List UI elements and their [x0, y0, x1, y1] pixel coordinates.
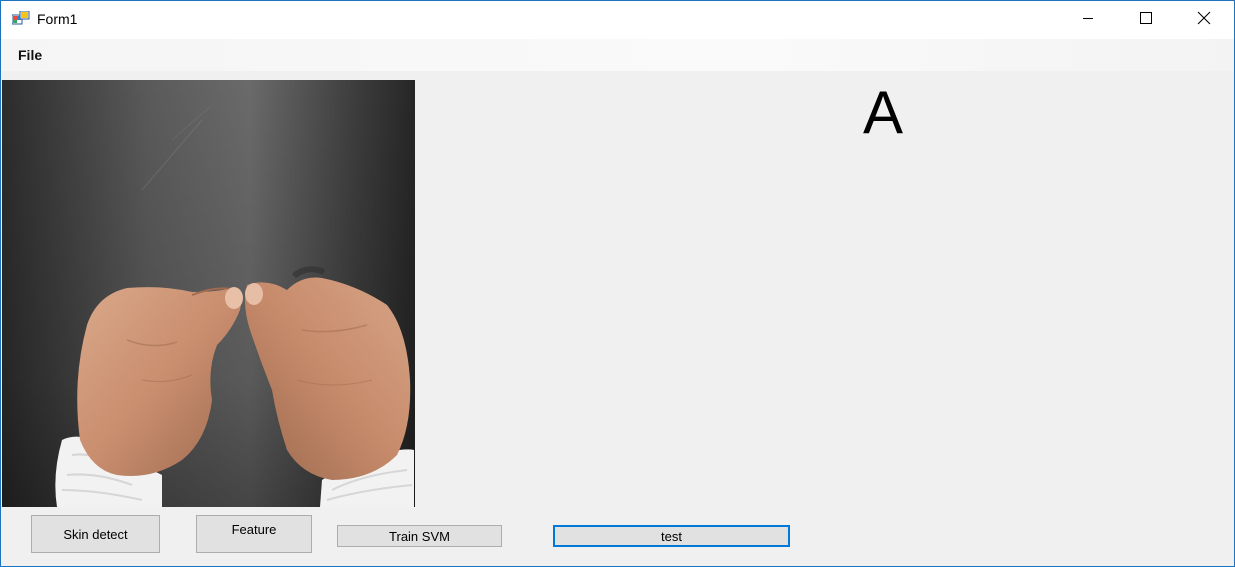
app-icon[interactable]: [11, 10, 30, 27]
skin-detect-button[interactable]: Skin detect: [31, 515, 160, 553]
train-svm-button[interactable]: Train SVM: [337, 525, 502, 547]
feature-button[interactable]: Feature: [196, 515, 312, 553]
result-label: A: [863, 79, 904, 146]
picture-box[interactable]: [2, 80, 415, 507]
menu-bar: File: [1, 39, 1234, 71]
menu-item-file[interactable]: File: [11, 45, 49, 65]
minimize-icon: [1082, 11, 1094, 29]
minimize-button[interactable]: [1059, 1, 1117, 39]
close-icon: [1197, 11, 1211, 30]
form-window: Form1 File A Skin detect Feature Train S…: [0, 0, 1235, 567]
hand-gesture-photo: [2, 80, 415, 507]
test-button[interactable]: test: [553, 525, 790, 547]
title-bar[interactable]: Form1: [1, 1, 1234, 39]
maximize-button[interactable]: [1117, 1, 1175, 39]
maximize-icon: [1140, 11, 1152, 29]
close-button[interactable]: [1175, 1, 1233, 39]
window-title: Form1: [37, 11, 78, 27]
